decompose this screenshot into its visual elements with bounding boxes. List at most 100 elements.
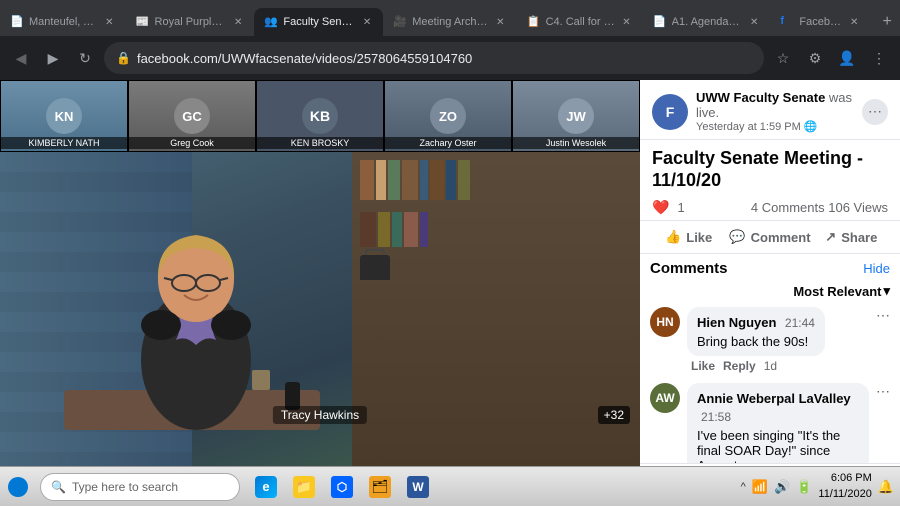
sidebar-header: F UWW Faculty Senate was live. Yesterday… <box>640 80 900 140</box>
taskbar-app-edge[interactable]: e <box>248 468 284 506</box>
tab-royal-purple[interactable]: 📰 Royal Purple S... ✕ <box>126 8 255 36</box>
comment-bubble-1: Hien Nguyen 21:44 Bring back the 90s! <box>687 307 825 356</box>
video-section: KN KIMBERLY NATH GC Greg Cook KB KEN BRO… <box>0 80 640 506</box>
comment-avatar-1: HN <box>650 307 680 337</box>
tab-close-1[interactable]: ✕ <box>103 15 115 30</box>
main-video: Tracy Hawkins +32 <box>0 152 640 470</box>
participant-avatar-kb: KB <box>302 98 338 134</box>
bookshelf <box>352 152 640 470</box>
tab-favicon-3: 👥 <box>264 15 278 29</box>
show-hidden-icon[interactable]: ^ <box>741 481 746 493</box>
comment-author-1: Hien Nguyen <box>697 315 776 330</box>
tab-faculty-senate[interactable]: 👥 Faculty Senate... ✕ <box>254 8 383 36</box>
tab-close-2[interactable]: ✕ <box>232 15 244 30</box>
address-text: facebook.com/UWWfacsenate/videos/2578064… <box>137 51 752 66</box>
tab-label-5: C4. Call for 20... <box>546 16 616 28</box>
taskbar-apps: e 📁 ⬡ 🗂 W <box>248 468 436 506</box>
tab-label-1: Manteufel, Ale... <box>29 16 98 28</box>
tab-close-6[interactable]: ✕ <box>748 15 760 30</box>
clock-time: 6:06 PM <box>818 471 871 486</box>
comment-body-1: Hien Nguyen 21:44 Bring back the 90s! Li… <box>687 307 869 373</box>
participants-bar: KN KIMBERLY NATH GC Greg Cook KB KEN BRO… <box>0 80 640 152</box>
taskbar-app-file-explorer[interactable]: 📁 <box>286 468 322 506</box>
taskbar-app-dropbox[interactable]: ⬡ <box>324 468 360 506</box>
tab-label-4: Meeting Archive... <box>412 16 489 28</box>
reactions-row: ❤️ 1 4 Comments 106 Views <box>640 195 900 221</box>
comments-header: Comments Hide <box>650 260 890 277</box>
comment-item-1: HN Hien Nguyen 21:44 Bring back the 90s!… <box>650 307 890 373</box>
comment-time-2: 21:58 <box>701 410 731 424</box>
tab-favicon-7: f <box>780 15 794 29</box>
comment-body-2: Annie Weberpal LaValley 21:58 I've been … <box>687 383 869 463</box>
globe-icon: 🌐 <box>804 120 818 133</box>
address-bar[interactable]: 🔒 facebook.com/UWWfacsenate/videos/25780… <box>104 42 764 74</box>
new-tab-button[interactable]: + <box>874 8 900 36</box>
participant-name-1: KIMBERLY NATH <box>1 137 127 149</box>
dropbox-icon: ⬡ <box>331 476 353 498</box>
tab-label-2: Royal Purple S... <box>155 16 227 28</box>
participant-1: KN KIMBERLY NATH <box>0 80 128 152</box>
share-button[interactable]: ↗ Share <box>811 223 892 251</box>
participant-name-2: Greg Cook <box>129 137 255 149</box>
sort-dropdown[interactable]: Most Relevant ▾ <box>793 283 890 299</box>
comment-text-1: Bring back the 90s! <box>697 334 815 349</box>
sound-icon[interactable]: 🔊 <box>774 479 790 495</box>
participant-avatar-4: ZO <box>430 98 466 134</box>
tab-favicon-5: 📋 <box>527 15 541 29</box>
reaction-count: 1 <box>677 200 684 215</box>
comments-title: Comments <box>650 260 728 277</box>
bookshelf-books <box>352 152 640 208</box>
bookmark-icon[interactable]: ☆ <box>770 45 796 71</box>
bookshelf-books-2 <box>352 208 640 251</box>
notification-center-icon[interactable]: 🔔 <box>878 479 894 495</box>
participant-avatar-1: KN <box>46 98 82 134</box>
start-button[interactable] <box>0 467 36 506</box>
tab-close-4[interactable]: ✕ <box>494 15 506 30</box>
search-icon: 🔍 <box>51 480 66 494</box>
search-box[interactable]: 🔍 Type here to search <box>40 473 240 501</box>
page-details: UWW Faculty Senate was live. Yesterday a… <box>696 90 854 133</box>
network-icon[interactable]: 📶 <box>752 479 768 495</box>
page-avatar[interactable]: F <box>652 94 688 130</box>
sort-row: Most Relevant ▾ <box>650 283 890 299</box>
more-options-icon[interactable]: ⋮ <box>866 45 892 71</box>
page-more-button[interactable]: ⋯ <box>862 99 888 125</box>
tab-label-3: Faculty Senate... <box>283 16 355 28</box>
comment-age-1: 1d <box>764 359 777 373</box>
tab-facebook[interactable]: f Facebook ✕ <box>770 8 870 36</box>
folder-icon: 🗂 <box>369 476 391 498</box>
reload-button[interactable]: ↻ <box>72 45 98 71</box>
comment-author-2: Annie Weberpal LaValley <box>697 391 851 406</box>
system-clock[interactable]: 6:06 PM 11/11/2020 <box>818 471 871 502</box>
comment-time-1: 21:44 <box>785 316 815 330</box>
tab-close-7[interactable]: ✕ <box>848 15 860 30</box>
clock-date: 11/11/2020 <box>818 487 871 502</box>
profile-icon[interactable]: 👤 <box>834 45 860 71</box>
tab-manteufel[interactable]: 📄 Manteufel, Ale... ✕ <box>0 8 126 36</box>
comment-reply-1[interactable]: Reply <box>723 359 756 373</box>
forward-button[interactable]: ▶ <box>40 45 66 71</box>
tab-close-5[interactable]: ✕ <box>620 15 632 30</box>
hide-comments-button[interactable]: Hide <box>863 261 890 276</box>
back-button[interactable]: ◀ <box>8 45 34 71</box>
comment-actions-1: Like Reply 1d <box>687 359 869 373</box>
tab-meeting-archive[interactable]: 🎥 Meeting Archive... ✕ <box>383 8 516 36</box>
extensions-icon[interactable]: ⚙ <box>802 45 828 71</box>
taskbar-app-word[interactable]: W <box>400 468 436 506</box>
comment-like-1[interactable]: Like <box>691 359 715 373</box>
tab-favicon-2: 📰 <box>136 15 150 29</box>
comment-button[interactable]: 💬 Comment <box>729 223 810 251</box>
page-info: F UWW Faculty Senate was live. Yesterday… <box>652 90 888 133</box>
taskbar-app-folder[interactable]: 🗂 <box>362 468 398 506</box>
comment-menu-2[interactable]: ⋯ <box>876 383 890 463</box>
tab-a1[interactable]: 📄 A1. Agenda_Fi... ✕ <box>643 8 771 36</box>
comment-views-count: 4 Comments 106 Views <box>751 200 888 215</box>
tab-c4[interactable]: 📋 C4. Call for 20... ✕ <box>517 8 643 36</box>
battery-icon[interactable]: 🔋 <box>796 479 812 495</box>
page-name: UWW Faculty Senate was live. <box>696 90 854 120</box>
tab-close-3[interactable]: ✕ <box>361 15 373 30</box>
participant-avatar-5: JW <box>558 98 594 134</box>
comment-menu-1[interactable]: ⋯ <box>876 307 890 373</box>
main-content: KN KIMBERLY NATH GC Greg Cook KB KEN BRO… <box>0 80 900 506</box>
like-button[interactable]: 👍 Like <box>648 223 729 251</box>
